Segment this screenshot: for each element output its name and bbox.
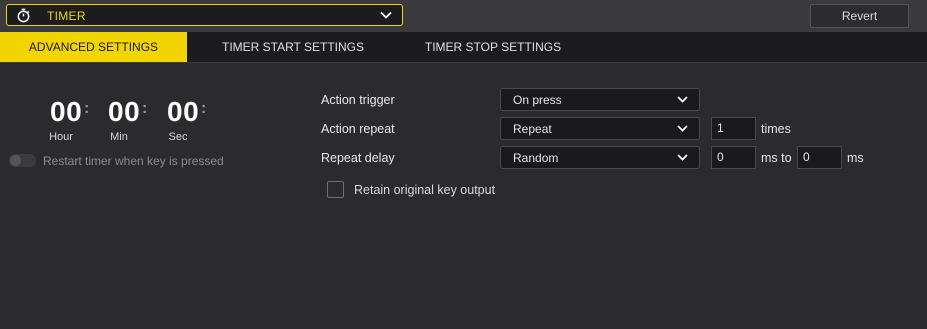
tab-advanced-settings[interactable]: ADVANCED SETTINGS — [0, 32, 187, 62]
retain-key-output-checkbox[interactable] — [327, 181, 344, 198]
restart-timer-toggle[interactable] — [9, 154, 36, 167]
action-repeat-value: Repeat — [513, 122, 552, 136]
repeat-delay-max-input[interactable]: 0 — [797, 146, 842, 169]
chevron-down-icon — [677, 154, 688, 161]
action-trigger-label: Action trigger — [321, 93, 395, 107]
action-type-label: TIMER — [47, 9, 86, 23]
tab-timer-stop-settings[interactable]: TIMER STOP SETTINGS — [407, 32, 579, 62]
action-repeat-dropdown[interactable]: Repeat — [500, 117, 700, 140]
chevron-down-icon — [677, 96, 688, 103]
chevron-down-icon — [677, 125, 688, 132]
tab-timer-start-settings[interactable]: TIMER START SETTINGS — [203, 32, 383, 62]
timer-sec-value[interactable]: 00 — [167, 96, 199, 128]
repeat-delay-unit: ms — [847, 151, 864, 165]
repeat-delay-label: Repeat delay — [321, 151, 395, 165]
action-type-dropdown[interactable]: TIMER — [6, 4, 403, 26]
toggle-knob — [10, 155, 21, 166]
timer-colon: : — [201, 100, 207, 117]
repeat-count-input[interactable]: 1 — [711, 117, 756, 140]
timer-hour-label: Hour — [49, 131, 73, 143]
repeat-delay-min-input[interactable]: 0 — [711, 146, 756, 169]
tab-divider — [0, 62, 927, 63]
stopwatch-icon — [17, 8, 30, 23]
timer-colon: : — [84, 100, 90, 117]
action-trigger-dropdown[interactable]: On press — [500, 88, 700, 111]
timer-colon: : — [142, 100, 148, 117]
timer-min-label: Min — [110, 131, 128, 143]
settings-tabs: ADVANCED SETTINGS TIMER START SETTINGS T… — [0, 32, 927, 63]
timer-sec-label: Sec — [168, 131, 188, 143]
retain-key-output-label: Retain original key output — [354, 183, 496, 197]
repeat-delay-dropdown[interactable]: Random — [500, 146, 700, 169]
chevron-down-icon — [380, 11, 392, 19]
top-bar: TIMER Revert — [0, 0, 927, 32]
action-repeat-label: Action repeat — [321, 122, 395, 136]
timer-min-value[interactable]: 00 — [108, 96, 140, 128]
repeat-delay-value: Random — [513, 151, 559, 165]
repeat-count-suffix: times — [761, 122, 791, 136]
timer-hour-value[interactable]: 00 — [50, 96, 82, 128]
action-trigger-value: On press — [513, 93, 562, 107]
revert-button[interactable]: Revert — [810, 4, 909, 28]
repeat-delay-between-text: ms to — [761, 151, 792, 165]
restart-timer-label: Restart timer when key is pressed — [43, 154, 224, 168]
